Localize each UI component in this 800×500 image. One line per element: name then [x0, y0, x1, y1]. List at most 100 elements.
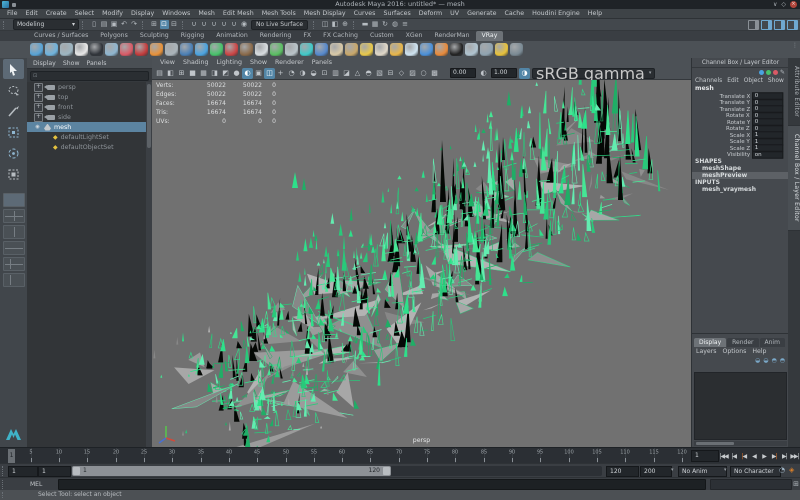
oversampling-icon[interactable]: ◩ [220, 68, 231, 79]
outliner-item-side[interactable]: +side [27, 112, 146, 122]
gate-mask-icon[interactable]: ◇ [396, 68, 407, 79]
outliner-item-mesh[interactable]: ◉mesh [27, 122, 146, 132]
menu-deform[interactable]: Deform [415, 9, 446, 18]
grip-handle[interactable] [2, 466, 6, 476]
exposure-toggle-icon[interactable]: ▧ [374, 68, 385, 79]
manip-settings-icon[interactable]: ✎ [780, 69, 785, 76]
layout-single-pane-button[interactable] [3, 193, 25, 207]
menu-display[interactable]: Display [127, 9, 158, 18]
play-backwards-button[interactable]: ◀ [749, 450, 758, 462]
menu-generate[interactable]: Generate [463, 9, 500, 18]
close-icon[interactable]: × [790, 1, 797, 8]
outliner-item-front[interactable]: +front [27, 102, 146, 112]
layer-list-scrollbar[interactable] [694, 441, 787, 446]
auto-keyframe-icon[interactable]: ◔ [779, 466, 785, 474]
layer-menu-options[interactable]: Options [722, 348, 746, 355]
menu-create[interactable]: Create [42, 9, 71, 18]
shelf-icon-22[interactable] [345, 43, 358, 56]
playback-end-field[interactable]: 120 [606, 466, 639, 477]
restore-icon[interactable]: ◇ [781, 0, 786, 9]
menu-surfaces[interactable]: Surfaces [379, 9, 414, 18]
highlight-selection-icon[interactable]: ⊕ [341, 20, 350, 29]
script-editor-icon[interactable]: ⊞ [793, 480, 799, 488]
shelf-icon-21[interactable] [330, 43, 343, 56]
render-settings-icon[interactable]: ◍ [391, 20, 400, 29]
shelf-icon-11[interactable] [180, 43, 193, 56]
menu-modify[interactable]: Modify [98, 9, 127, 18]
shelf-tab-curves-surfaces[interactable]: Curves / Surfaces [28, 31, 94, 41]
select-component-icon[interactable]: ⊟ [170, 20, 179, 29]
multisample-icon[interactable]: ⊡ [319, 68, 330, 79]
isolate-select-icon[interactable]: ◪ [341, 68, 352, 79]
undo-icon[interactable]: ↶ [120, 20, 129, 29]
shelf-icon-19[interactable] [300, 43, 313, 56]
layer-menu-layers[interactable]: Layers [696, 348, 716, 355]
minimize-icon[interactable]: ∨ [773, 0, 777, 9]
step-back-key-button[interactable]: |◀ [739, 450, 748, 462]
layout-two-pane-side-button[interactable] [3, 225, 25, 239]
shelf-tab-sculpting[interactable]: Sculpting [134, 31, 175, 41]
shelf-icon-9[interactable] [150, 43, 163, 56]
outliner-item-persp[interactable]: +persp [27, 82, 146, 92]
open-scene-icon[interactable]: ▤ [100, 20, 109, 29]
shelf-icon-32[interactable] [495, 43, 508, 56]
menu-uv[interactable]: UV [446, 9, 463, 18]
shelf-tab-vray[interactable]: VRay [476, 31, 504, 41]
playback-start-field[interactable]: 1 [38, 466, 71, 477]
shelf-overflow-icon[interactable]: ⋮ [792, 42, 798, 49]
select-object-icon[interactable]: ⊡ [160, 20, 169, 29]
mesh-geometry[interactable] [152, 80, 691, 447]
anim-layer-dropdown[interactable]: No Anim Layer [678, 466, 727, 477]
channel-box-menu-object[interactable]: Object [744, 78, 763, 84]
layer-tab-anim[interactable]: Anim [760, 338, 785, 347]
expand-icon[interactable]: + [34, 103, 43, 112]
command-language-label[interactable]: MEL [30, 480, 42, 490]
menu-mesh-tools[interactable]: Mesh Tools [258, 9, 300, 18]
select-camera-icon[interactable]: ▤ [154, 68, 165, 79]
shelf-tab-rendering[interactable]: Rendering [254, 31, 298, 41]
screen-space-ao-icon[interactable]: ◑ [297, 68, 308, 79]
menuset-dropdown[interactable]: Modeling ▾ [13, 19, 79, 30]
shelf-icon-3[interactable] [60, 43, 73, 56]
safe-title-icon[interactable]: ▩ [429, 68, 440, 79]
grip-handle[interactable] [2, 480, 6, 489]
safe-action-icon[interactable]: ○ [418, 68, 429, 79]
grip-handle[interactable] [2, 492, 6, 498]
manip-fast-icon[interactable] [773, 70, 778, 75]
grip-handle[interactable] [82, 21, 86, 29]
ipr-render-icon[interactable]: ↻ [381, 20, 390, 29]
camera-attributes-icon[interactable]: ⊞ [176, 68, 187, 79]
shelf-icon-26[interactable] [405, 43, 418, 56]
exposure-icon[interactable]: ◐ [478, 68, 489, 79]
new-layer-selected-icon[interactable]: ◒ [763, 357, 768, 364]
layout-two-pane-stacked-button[interactable] [3, 241, 25, 255]
expand-icon[interactable]: + [34, 93, 43, 102]
select-tool-button[interactable] [3, 59, 24, 79]
viewport-menu-view[interactable]: View [156, 58, 179, 67]
viewport-panel[interactable]: ViewShadingLightingShowRendererPanels ▤◧… [152, 58, 691, 447]
grip-handle[interactable] [3, 21, 7, 29]
xray-icon[interactable]: △ [352, 68, 363, 79]
shape-node-meshpreview[interactable]: meshPreview [692, 172, 789, 179]
outliner-item-top[interactable]: +top [27, 92, 146, 102]
shelf-icon-25[interactable] [390, 43, 403, 56]
shelf-icon-15[interactable] [240, 43, 253, 56]
modeling-toolkit-toggle[interactable] [748, 20, 759, 30]
gamma-toggle-icon[interactable]: ⊟ [385, 68, 396, 79]
shelf-tab-animation[interactable]: Animation [210, 31, 254, 41]
menu-edit[interactable]: Edit [22, 9, 42, 18]
range-slider-track[interactable]: 1 120 [72, 466, 602, 476]
command-input[interactable] [58, 479, 706, 490]
joints-xray-icon[interactable]: ◓ [363, 68, 374, 79]
viewport-menu-lighting[interactable]: Lighting [213, 58, 246, 67]
motion-blur-icon[interactable]: ◒ [308, 68, 319, 79]
textured-icon[interactable]: ▣ [253, 68, 264, 79]
layer-list[interactable] [694, 372, 787, 440]
animation-preferences-icon[interactable]: ◈ [789, 466, 794, 474]
menu-houdini-engine[interactable]: Houdini Engine [528, 9, 584, 18]
shape-node-meshshape[interactable]: meshShape [692, 165, 789, 172]
channel-box-menu-show[interactable]: Show [768, 78, 784, 84]
input-node-mesh-vraymesh[interactable]: mesh_vraymesh [692, 186, 789, 193]
menu-cache[interactable]: Cache [500, 9, 528, 18]
shelf-tab-fx-caching[interactable]: FX Caching [317, 31, 364, 41]
